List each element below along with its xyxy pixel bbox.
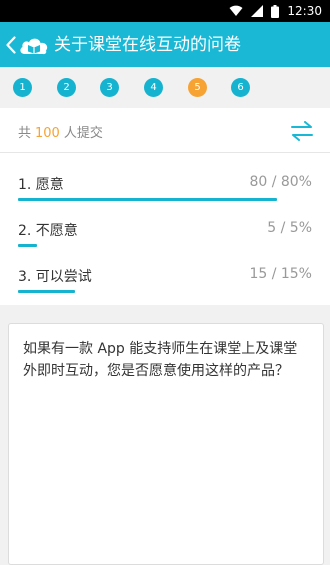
option-row: 3. 可以尝试 15 / 15%: [0, 252, 330, 298]
option-progress-bar: [18, 244, 37, 247]
step-1[interactable]: 1: [13, 78, 32, 97]
swap-arrows-icon[interactable]: [290, 121, 314, 141]
wifi-icon: [229, 5, 243, 16]
option-label: 1. 愿意: [18, 177, 64, 193]
chevron-left-icon[interactable]: [6, 36, 16, 54]
option-progress-bar: [18, 198, 277, 201]
question-step-indicator: 1 2 3 4 5 6: [0, 67, 330, 108]
option-stat: 80 / 80%: [249, 174, 312, 190]
question-card: 如果有一款 App 能支持师生在课堂上及课堂外即时互动，您是否愿意使用这样的产品…: [8, 323, 324, 565]
app-bar: 关于课堂在线互动的问卷: [0, 22, 330, 67]
option-row: 2. 不愿意 5 / 5%: [0, 206, 330, 252]
option-label: 3. 可以尝试: [18, 269, 92, 285]
summary-suffix: 人提交: [63, 126, 103, 141]
page-title: 关于课堂在线互动的问卷: [54, 35, 241, 55]
step-6[interactable]: 6: [231, 78, 250, 97]
option-label: 2. 不愿意: [18, 223, 78, 239]
results-card: 共 100 人提交 1. 愿意 80 / 80% 2. 不愿意 5 / 5% 3. …: [0, 108, 330, 305]
signal-icon: [251, 5, 264, 17]
status-bar: 12:30: [0, 0, 330, 22]
question-text: 如果有一款 App 能支持师生在课堂上及课堂外即时互动，您是否愿意使用这样的产品…: [23, 341, 298, 379]
step-2[interactable]: 2: [57, 78, 76, 97]
option-stat: 15 / 15%: [249, 266, 312, 282]
option-progress-bar: [18, 290, 75, 293]
battery-icon: [271, 4, 280, 18]
step-4[interactable]: 4: [144, 78, 163, 97]
submission-summary: 共 100 人提交: [18, 122, 103, 141]
step-5[interactable]: 5: [188, 78, 207, 97]
step-3[interactable]: 3: [100, 78, 119, 97]
summary-prefix: 共: [18, 126, 32, 141]
cloud-book-logo: [20, 38, 48, 55]
submission-count: 100: [35, 126, 60, 141]
status-time: 12:30: [287, 4, 322, 18]
option-stat: 5 / 5%: [267, 220, 312, 236]
option-row: 1. 愿意 80 / 80%: [0, 160, 330, 206]
divider: [0, 152, 330, 153]
